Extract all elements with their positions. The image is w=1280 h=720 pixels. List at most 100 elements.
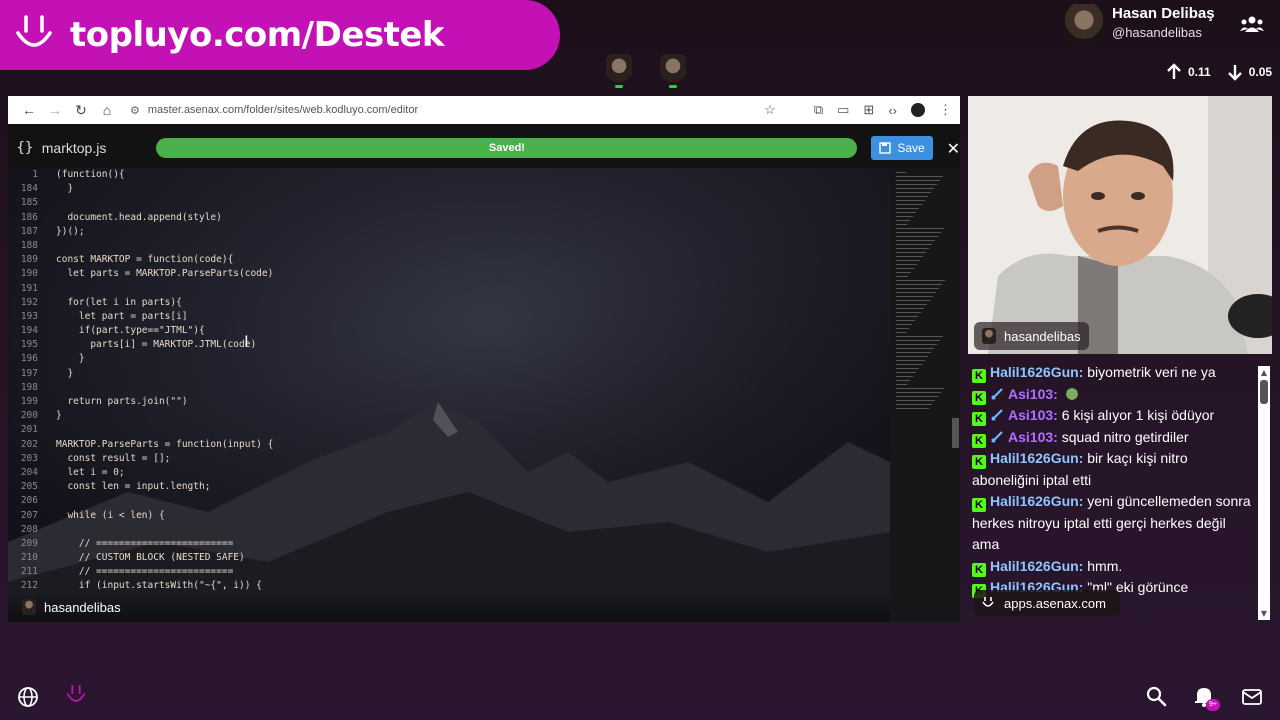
chat-message[interactable]: K Asi103: squad nitro getirdiler [968,427,1272,449]
kick-badge-icon: K [972,369,986,383]
chat-message[interactable]: K Asi103: [968,384,1272,406]
line-number: 201 [20,424,38,436]
chat-username[interactable]: Halil1626Gun: [990,558,1083,574]
chat-username[interactable]: Halil1626Gun: [990,364,1083,380]
browser-menu-icon[interactable]: ⋮ [939,102,952,118]
code-line[interactable]: 192 for(let i in parts){ [8,296,890,310]
chat-message[interactable]: K Asi103: 6 kişi alıyor 1 kişi ödüyor [968,405,1272,427]
minimap-line [896,248,929,249]
chat-text: biyometrik veri ne ya [1087,364,1216,380]
participant-avatar[interactable] [660,54,686,88]
code-line[interactable]: 204 let i = 0; [8,466,890,480]
minimap-line [896,296,933,297]
chat-username[interactable]: Halil1626Gun: [990,450,1083,466]
scroll-down-icon[interactable]: ▼ [1258,609,1270,618]
code-line[interactable]: 202 MARKTOP.ParseParts = function(input) … [8,438,890,452]
code-line[interactable]: 188 [8,239,890,253]
reload-icon[interactable]: ↻ [68,102,94,119]
code-line[interactable]: 210 // CUSTOM BLOCK (NESTED SAFE) [8,551,890,565]
address-bar[interactable]: ⚙ master.asenax.com/folder/sites/web.kod… [130,99,764,121]
minimap-scrollbar[interactable] [952,418,959,448]
forward-icon[interactable]: → [42,102,68,118]
chat-message[interactable]: K Halil1626Gun: hmm. [968,556,1272,578]
scroll-thumb[interactable] [1260,380,1268,404]
bookmark-star-icon[interactable]: ☆ [764,102,776,118]
line-number: 186 [20,211,38,223]
code-text: } [56,353,85,365]
line-number: 203 [20,452,38,464]
browser-profile-icon[interactable] [911,103,925,117]
code-line[interactable]: 207 while (i < len) { [8,509,890,523]
code-line[interactable]: 196 } [8,352,890,366]
chat-username[interactable]: Halil1626Gun: [990,493,1083,509]
stream-name-overlay: hasandelibas [8,592,890,622]
code-line[interactable]: 208 [8,523,890,537]
line-number: 207 [20,509,38,521]
chat-message[interactable]: K Halil1626Gun: yeni güncellemeden sonra … [968,491,1272,556]
code-minimap[interactable] [890,168,960,622]
close-icon[interactable]: ✕ [947,139,960,158]
save-button[interactable]: Save [871,136,933,160]
code-line[interactable]: 190 let parts = MARKTOP.ParseParts(code) [8,267,890,281]
chat-username[interactable]: Asi103: [1008,386,1058,402]
minimap-line [896,400,935,401]
people-icon[interactable] [1240,14,1264,34]
minimap-line [896,384,907,385]
mail-icon[interactable] [1241,686,1263,708]
chat-username[interactable]: Asi103: [1008,429,1058,445]
code-line[interactable]: 203 const result = []; [8,452,890,466]
code-text: document.head.append(style) [56,211,222,223]
code-line[interactable]: 193 let part = parts[i] [8,310,890,324]
search-icon[interactable] [1145,685,1167,707]
code-line[interactable]: 211 // ======================== [8,565,890,579]
code-line[interactable]: 184 } [8,182,890,196]
minimap-line [896,284,942,285]
site-info-icon[interactable]: ⚙ [130,104,140,117]
code-line[interactable]: 185 [8,196,890,210]
minimap-line [896,176,943,177]
cast-icon[interactable]: ▭ [837,102,849,118]
apps-grid-icon[interactable]: ⊞ [863,102,874,118]
code-line[interactable]: 191 [8,282,890,296]
floppy-icon [879,142,892,154]
code-line[interactable]: 209 // ======================== [8,537,890,551]
code-line[interactable]: 205 const len = input.length; [8,480,890,494]
line-number: 202 [20,438,38,450]
code-line[interactable]: 186 document.head.append(style) [8,211,890,225]
line-number: 204 [20,466,38,478]
browser-toolbar: ← → ↻ ⌂ ⚙ master.asenax.com/folder/sites… [8,96,960,124]
code-line[interactable]: 194 if(part.type=="JTML"){ [8,324,890,338]
extensions-icon[interactable]: ⧉ [814,102,823,118]
chat-username[interactable]: Asi103: [1008,407,1058,423]
code-line[interactable]: 206 [8,494,890,508]
chat-message[interactable]: K Halil1626Gun: bir kaçı kişi nitro abone… [968,448,1272,491]
back-icon[interactable]: ← [16,102,42,118]
save-status-bar: Saved! [156,138,858,158]
code-line[interactable]: 189 const MARKTOP = function(code){ [8,253,890,267]
code-line[interactable]: 200} [8,409,890,423]
code-line[interactable]: 201 [8,423,890,437]
code-line[interactable]: 197 } [8,367,890,381]
user-profile[interactable]: Hasan Delibaş @hasandelibas [1064,4,1215,44]
code-line[interactable]: 187})(); [8,225,890,239]
devtools-icon[interactable]: ‹› [888,103,897,118]
brand-banner[interactable]: topluyo.com/Destek [0,0,560,70]
minimap-line [896,260,920,261]
code-text: (function(){ [56,169,125,180]
globe-icon[interactable] [17,686,39,708]
minimap-line [896,276,908,277]
home-icon[interactable]: ⌂ [94,102,120,118]
code-line[interactable]: 195 parts[i] = MARKTOP.JTML(code) [8,338,890,352]
chat-scrollbar[interactable]: ▲ ▼ [1258,366,1270,620]
apps-link[interactable]: apps.asenax.com [974,590,1120,616]
code-line[interactable]: 198 [8,381,890,395]
participant-avatar[interactable] [606,54,632,88]
minimap-line [896,188,934,189]
topluyo-home-icon[interactable] [65,684,87,706]
code-line[interactable]: 199 return parts.join("") [8,395,890,409]
minimap-line [896,200,925,201]
scroll-up-icon[interactable]: ▲ [1258,368,1270,377]
code-line[interactable]: 1 (function(){ [8,168,890,182]
chat-message[interactable]: K Halil1626Gun: biyometrik veri ne ya [968,362,1272,384]
code-editor[interactable]: 1 (function(){184 } 185 186 document.head.a… [8,168,890,622]
